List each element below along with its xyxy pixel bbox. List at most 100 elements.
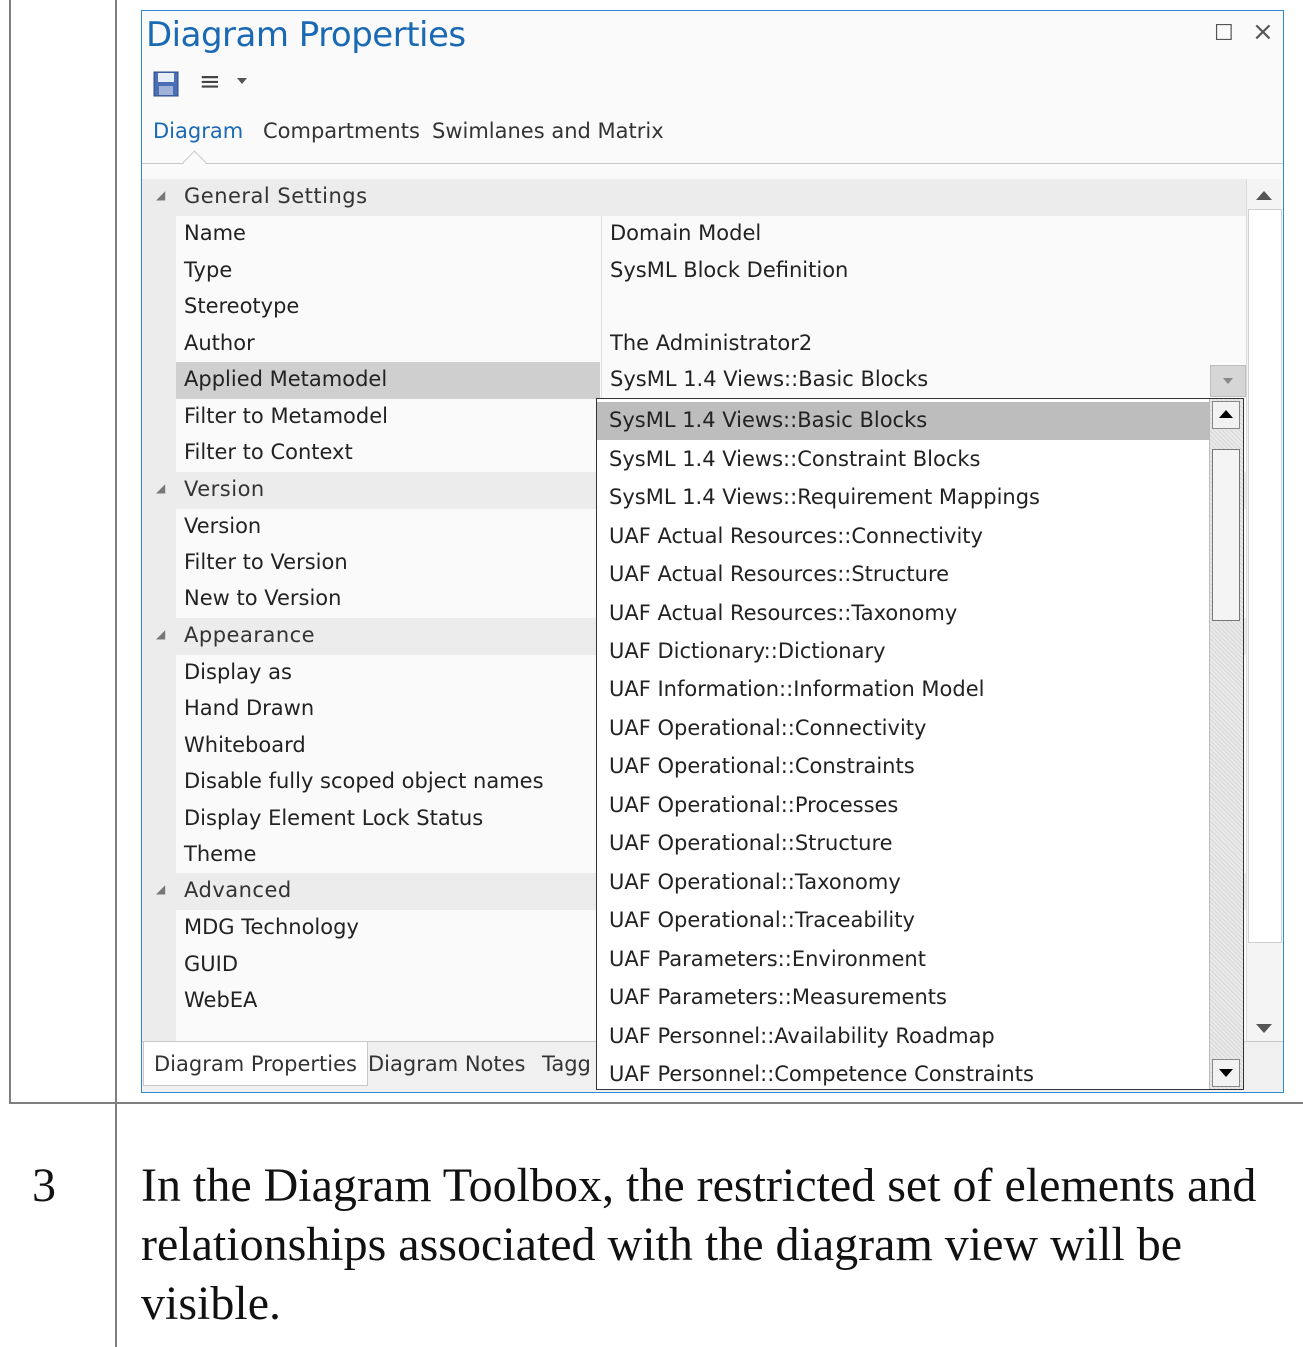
dropdown-option[interactable]: UAF Operational::Traceability (597, 902, 1209, 940)
property-name-cell: Filter to Context (176, 435, 600, 472)
property-name-cell: Display as (176, 655, 600, 692)
scroll-up-icon[interactable] (1212, 401, 1240, 429)
dropdown-option[interactable]: UAF Parameters::Environment (597, 941, 1209, 979)
property-name-cell: Whiteboard (176, 728, 600, 765)
dropdown-option[interactable]: UAF Operational::Taxonomy (597, 864, 1209, 902)
scroll-down-icon[interactable] (1256, 1024, 1272, 1033)
property-row-name[interactable]: Name Domain Model (176, 216, 1246, 253)
table-border-col (115, 1104, 117, 1347)
dropdown-option[interactable]: UAF Operational::Constraints (597, 748, 1209, 786)
property-name-cell: Filter to Metamodel (176, 399, 600, 436)
property-label: Applied Metamodel (184, 367, 388, 391)
property-label: Filter to Metamodel (184, 404, 388, 428)
dropdown-option[interactable]: SysML 1.4 Views::Constraint Blocks (597, 441, 1209, 479)
metamodel-dropdown-list[interactable]: SysML 1.4 Views::Basic Blocks SysML 1.4 … (596, 398, 1244, 1090)
restore-icon[interactable]: ☐ (1214, 23, 1234, 45)
property-label: MDG Technology (184, 915, 359, 939)
tab-divider (142, 163, 1283, 164)
step-description: In the Diagram Toolbox, the restricted s… (141, 1159, 1257, 1330)
save-icon[interactable] (153, 71, 179, 97)
property-value[interactable]: The Administrator2 (610, 331, 812, 355)
property-name-cell: Version (176, 509, 600, 546)
property-row-applied-metamodel[interactable]: Applied Metamodel SysML 1.4 Views::Basic… (176, 362, 1246, 399)
property-name-cell: Hand Drawn (176, 691, 600, 728)
property-row-type[interactable]: Type SysML Block Definition (176, 253, 1246, 290)
property-name-cell: Theme (176, 837, 600, 874)
property-label: Name (184, 221, 246, 245)
property-name-cell: Stereotype (176, 289, 600, 326)
table-border-col (115, 0, 117, 1104)
tab-tagged-values[interactable]: Tagg (532, 1042, 601, 1086)
table-row-divider (9, 1102, 1303, 1104)
collapse-arrow-icon[interactable]: ◢ (156, 627, 165, 641)
dropdown-option[interactable]: SysML 1.4 Views::Basic Blocks (597, 402, 1209, 440)
dropdown-scrollbar[interactable] (1209, 399, 1243, 1089)
property-label: Filter to Context (184, 440, 353, 464)
property-label: GUID (184, 952, 239, 976)
menu-icon[interactable]: ≡ (199, 69, 221, 95)
property-label: Type (184, 258, 233, 282)
property-name-cell: GUID (176, 947, 600, 984)
dropdown-option[interactable]: UAF Parameters::Measurements (597, 979, 1209, 1017)
table-border-left (9, 0, 11, 1104)
tab-diagram[interactable]: Diagram (153, 119, 243, 143)
property-value[interactable]: Domain Model (610, 221, 761, 245)
property-row-author[interactable]: Author The Administrator2 (176, 326, 1246, 363)
tab-swimlanes[interactable]: Swimlanes and Matrix (432, 119, 664, 143)
property-name-cell: MDG Technology (176, 910, 600, 947)
dropdown-option[interactable]: UAF Actual Resources::Connectivity (597, 518, 1209, 556)
property-name-cell: Disable fully scoped object names (176, 764, 600, 801)
grid-scrollbar[interactable] (1246, 179, 1282, 1047)
property-name-cell: Type (176, 253, 600, 290)
dropdown-option[interactable]: UAF Operational::Processes (597, 787, 1209, 825)
dropdown-option[interactable]: UAF Operational::Structure (597, 825, 1209, 863)
property-label: Author (184, 331, 255, 355)
scrollbar-thumb[interactable] (1248, 209, 1282, 943)
metamodel-combo-value[interactable]: SysML 1.4 Views::Basic Blocks (610, 367, 928, 391)
dropdown-option[interactable]: UAF Dictionary::Dictionary (597, 633, 1209, 671)
property-label: Theme (184, 842, 257, 866)
property-name-cell: Author (176, 326, 600, 363)
dropdown-option[interactable]: SysML 1.4 Views::Requirement Mappings (597, 479, 1209, 517)
scroll-down-icon[interactable] (1212, 1059, 1240, 1087)
property-label: Disable fully scoped object names (184, 769, 544, 793)
property-label: Whiteboard (184, 733, 306, 757)
collapse-arrow-icon[interactable]: ◢ (156, 481, 165, 495)
property-name-cell: Filter to Version (176, 545, 600, 582)
combo-dropdown-button[interactable] (1210, 365, 1246, 397)
property-label: Filter to Version (184, 550, 348, 574)
dropdown-option[interactable]: UAF Personnel::Availability Roadmap (597, 1018, 1209, 1056)
dropdown-option[interactable]: UAF Personnel::Competence Constraints (597, 1056, 1209, 1089)
property-row-stereotype[interactable]: Stereotype (176, 289, 1246, 326)
collapse-arrow-icon[interactable]: ◢ (156, 882, 165, 896)
property-label: Display Element Lock Status (184, 806, 484, 830)
tab-diagram-properties[interactable]: Diagram Properties (143, 1042, 368, 1086)
property-label: Hand Drawn (184, 696, 315, 720)
property-name-cell: Display Element Lock Status (176, 801, 600, 838)
property-name-cell: Name (176, 216, 600, 253)
step-number: 3 (32, 1159, 56, 1212)
chevron-down-icon[interactable] (237, 78, 247, 84)
window-title: Diagram Properties (146, 15, 466, 55)
scroll-up-icon[interactable] (1256, 191, 1272, 200)
dropdown-option[interactable]: UAF Actual Resources::Taxonomy (597, 595, 1209, 633)
property-label: Stereotype (184, 294, 300, 318)
dropdown-scrollbar-thumb[interactable] (1212, 449, 1240, 621)
property-label: Version (184, 514, 262, 538)
collapse-arrow-icon[interactable]: ◢ (156, 188, 165, 202)
dropdown-option[interactable]: UAF Actual Resources::Structure (597, 556, 1209, 594)
category-label: Advanced (184, 878, 292, 902)
close-icon[interactable]: × (1252, 19, 1274, 45)
tab-diagram-notes[interactable]: Diagram Notes (358, 1042, 536, 1086)
category-label: Appearance (184, 623, 316, 647)
property-name-cell: Applied Metamodel (176, 362, 600, 399)
category-label: General Settings (184, 184, 368, 208)
dropdown-option[interactable]: UAF Operational::Connectivity (597, 710, 1209, 748)
property-value[interactable]: SysML Block Definition (610, 258, 848, 282)
category-general[interactable]: ◢ General Settings (142, 179, 1246, 216)
property-name-cell: WebEA (176, 983, 600, 1020)
category-label: Version (184, 477, 265, 501)
tab-compartments[interactable]: Compartments (263, 119, 420, 143)
dropdown-option[interactable]: UAF Information::Information Model (597, 671, 1209, 709)
tab-indicator (182, 150, 207, 175)
